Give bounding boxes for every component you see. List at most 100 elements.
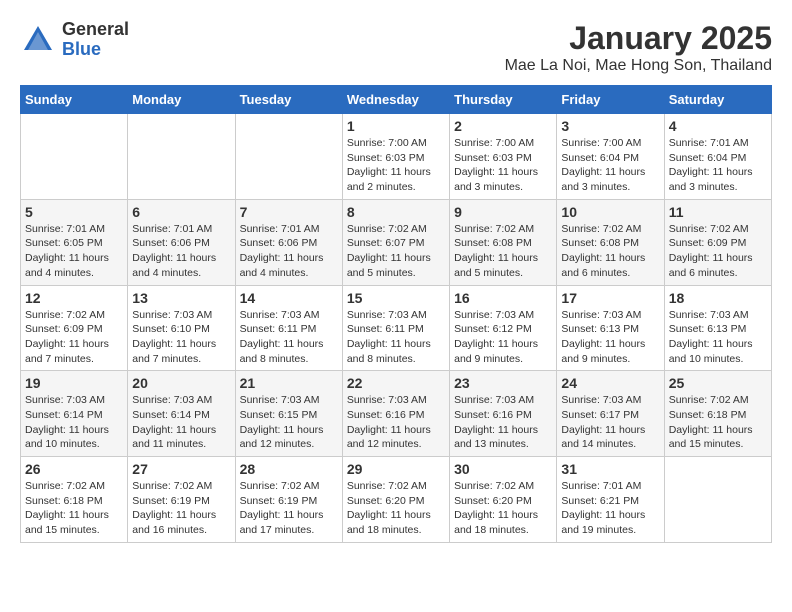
day-info: Sunrise: 7:03 AM Sunset: 6:16 PM Dayligh… bbox=[454, 393, 552, 452]
logo-general: General bbox=[62, 20, 129, 40]
day-number: 27 bbox=[132, 461, 230, 477]
day-info: Sunrise: 7:03 AM Sunset: 6:16 PM Dayligh… bbox=[347, 393, 445, 452]
day-number: 3 bbox=[561, 118, 659, 134]
weekday-header: Thursday bbox=[450, 86, 557, 114]
logo-blue: Blue bbox=[62, 40, 129, 60]
day-number: 7 bbox=[240, 204, 338, 220]
calendar-cell: 10 Sunrise: 7:02 AM Sunset: 6:08 PM Dayli… bbox=[557, 199, 664, 285]
calendar-cell: 13 Sunrise: 7:03 AM Sunset: 6:10 PM Dayli… bbox=[128, 285, 235, 371]
day-number: 11 bbox=[669, 204, 767, 220]
day-number: 31 bbox=[561, 461, 659, 477]
calendar-cell bbox=[664, 457, 771, 543]
calendar-title: January 2025 bbox=[505, 20, 772, 57]
calendar-week-row: 5 Sunrise: 7:01 AM Sunset: 6:05 PM Daylig… bbox=[21, 199, 772, 285]
day-info: Sunrise: 7:00 AM Sunset: 6:03 PM Dayligh… bbox=[454, 136, 552, 195]
day-info: Sunrise: 7:03 AM Sunset: 6:11 PM Dayligh… bbox=[240, 308, 338, 367]
weekday-header: Friday bbox=[557, 86, 664, 114]
day-number: 24 bbox=[561, 375, 659, 391]
day-info: Sunrise: 7:02 AM Sunset: 6:20 PM Dayligh… bbox=[347, 479, 445, 538]
calendar-table: SundayMondayTuesdayWednesdayThursdayFrid… bbox=[20, 85, 772, 543]
calendar-cell: 16Sunrise: 7:03 AM Sunset: 6:12 PM Dayli… bbox=[450, 285, 557, 371]
day-info: Sunrise: 7:02 AM Sunset: 6:19 PM Dayligh… bbox=[240, 479, 338, 538]
day-info: Sunrise: 7:01 AM Sunset: 6:06 PM Dayligh… bbox=[240, 222, 338, 281]
calendar-cell: 11 Sunrise: 7:02 AM Sunset: 6:09 PM Dayli… bbox=[664, 199, 771, 285]
day-number: 5 bbox=[25, 204, 123, 220]
day-number: 4 bbox=[669, 118, 767, 134]
day-info: Sunrise: 7:02 AM Sunset: 6:18 PM Dayligh… bbox=[669, 393, 767, 452]
calendar-cell: 20Sunrise: 7:03 AM Sunset: 6:14 PM Dayli… bbox=[128, 371, 235, 457]
day-info: Sunrise: 7:01 AM Sunset: 6:04 PM Dayligh… bbox=[669, 136, 767, 195]
day-number: 30 bbox=[454, 461, 552, 477]
weekday-header: Wednesday bbox=[342, 86, 449, 114]
logo-icon bbox=[20, 22, 56, 58]
day-info: Sunrise: 7:03 AM Sunset: 6:13 PM Dayligh… bbox=[669, 308, 767, 367]
day-info: Sunrise: 7:00 AM Sunset: 6:03 PM Dayligh… bbox=[347, 136, 445, 195]
day-info: Sunrise: 7:03 AM Sunset: 6:14 PM Dayligh… bbox=[25, 393, 123, 452]
weekday-header: Sunday bbox=[21, 86, 128, 114]
day-info: Sunrise: 7:02 AM Sunset: 6:08 PM Dayligh… bbox=[561, 222, 659, 281]
day-info: Sunrise: 7:02 AM Sunset: 6:09 PM Dayligh… bbox=[669, 222, 767, 281]
day-info: Sunrise: 7:02 AM Sunset: 6:09 PM Dayligh… bbox=[25, 308, 123, 367]
weekday-header: Saturday bbox=[664, 86, 771, 114]
calendar-cell: 2Sunrise: 7:00 AM Sunset: 6:03 PM Daylig… bbox=[450, 114, 557, 200]
day-number: 19 bbox=[25, 375, 123, 391]
day-number: 28 bbox=[240, 461, 338, 477]
day-number: 17 bbox=[561, 290, 659, 306]
day-info: Sunrise: 7:02 AM Sunset: 6:08 PM Dayligh… bbox=[454, 222, 552, 281]
day-number: 10 bbox=[561, 204, 659, 220]
calendar-cell: 28 Sunrise: 7:02 AM Sunset: 6:19 PM Dayli… bbox=[235, 457, 342, 543]
day-number: 26 bbox=[25, 461, 123, 477]
day-info: Sunrise: 7:03 AM Sunset: 6:10 PM Dayligh… bbox=[132, 308, 230, 367]
calendar-cell: 5 Sunrise: 7:01 AM Sunset: 6:05 PM Daylig… bbox=[21, 199, 128, 285]
calendar-cell: 30 Sunrise: 7:02 AM Sunset: 6:20 PM Dayli… bbox=[450, 457, 557, 543]
calendar-cell bbox=[21, 114, 128, 200]
calendar-week-row: 12Sunrise: 7:02 AM Sunset: 6:09 PM Dayli… bbox=[21, 285, 772, 371]
day-number: 13 bbox=[132, 290, 230, 306]
calendar-cell: 7 Sunrise: 7:01 AM Sunset: 6:06 PM Daylig… bbox=[235, 199, 342, 285]
day-number: 20 bbox=[132, 375, 230, 391]
calendar-body: 1 Sunrise: 7:00 AM Sunset: 6:03 PM Daylig… bbox=[21, 114, 772, 543]
day-info: Sunrise: 7:00 AM Sunset: 6:04 PM Dayligh… bbox=[561, 136, 659, 195]
day-info: Sunrise: 7:01 AM Sunset: 6:21 PM Dayligh… bbox=[561, 479, 659, 538]
day-number: 21 bbox=[240, 375, 338, 391]
weekday-header: Tuesday bbox=[235, 86, 342, 114]
calendar-header: SundayMondayTuesdayWednesdayThursdayFrid… bbox=[21, 86, 772, 114]
day-number: 16 bbox=[454, 290, 552, 306]
calendar-cell bbox=[235, 114, 342, 200]
calendar-cell: 9 Sunrise: 7:02 AM Sunset: 6:08 PM Daylig… bbox=[450, 199, 557, 285]
calendar-cell: 26Sunrise: 7:02 AM Sunset: 6:18 PM Dayli… bbox=[21, 457, 128, 543]
day-info: Sunrise: 7:03 AM Sunset: 6:17 PM Dayligh… bbox=[561, 393, 659, 452]
calendar-cell: 19 Sunrise: 7:03 AM Sunset: 6:14 PM Dayli… bbox=[21, 371, 128, 457]
day-number: 8 bbox=[347, 204, 445, 220]
calendar-week-row: 26Sunrise: 7:02 AM Sunset: 6:18 PM Dayli… bbox=[21, 457, 772, 543]
day-number: 23 bbox=[454, 375, 552, 391]
calendar-cell: 12Sunrise: 7:02 AM Sunset: 6:09 PM Dayli… bbox=[21, 285, 128, 371]
weekday-header: Monday bbox=[128, 86, 235, 114]
calendar-cell: 27Sunrise: 7:02 AM Sunset: 6:19 PM Dayli… bbox=[128, 457, 235, 543]
calendar-cell: 1 Sunrise: 7:00 AM Sunset: 6:03 PM Daylig… bbox=[342, 114, 449, 200]
day-number: 1 bbox=[347, 118, 445, 134]
day-number: 29 bbox=[347, 461, 445, 477]
day-info: Sunrise: 7:03 AM Sunset: 6:11 PM Dayligh… bbox=[347, 308, 445, 367]
day-number: 9 bbox=[454, 204, 552, 220]
day-number: 6 bbox=[132, 204, 230, 220]
calendar-cell: 25 Sunrise: 7:02 AM Sunset: 6:18 PM Dayli… bbox=[664, 371, 771, 457]
day-info: Sunrise: 7:01 AM Sunset: 6:05 PM Dayligh… bbox=[25, 222, 123, 281]
day-number: 22 bbox=[347, 375, 445, 391]
calendar-cell: 22 Sunrise: 7:03 AM Sunset: 6:16 PM Dayli… bbox=[342, 371, 449, 457]
day-number: 18 bbox=[669, 290, 767, 306]
day-info: Sunrise: 7:03 AM Sunset: 6:13 PM Dayligh… bbox=[561, 308, 659, 367]
calendar-cell: 8 Sunrise: 7:02 AM Sunset: 6:07 PM Daylig… bbox=[342, 199, 449, 285]
day-number: 15 bbox=[347, 290, 445, 306]
day-number: 25 bbox=[669, 375, 767, 391]
calendar-cell: 17 Sunrise: 7:03 AM Sunset: 6:13 PM Dayli… bbox=[557, 285, 664, 371]
day-info: Sunrise: 7:02 AM Sunset: 6:20 PM Dayligh… bbox=[454, 479, 552, 538]
day-info: Sunrise: 7:01 AM Sunset: 6:06 PM Dayligh… bbox=[132, 222, 230, 281]
day-info: Sunrise: 7:02 AM Sunset: 6:07 PM Dayligh… bbox=[347, 222, 445, 281]
calendar-cell: 23 Sunrise: 7:03 AM Sunset: 6:16 PM Dayli… bbox=[450, 371, 557, 457]
title-block: January 2025 Mae La Noi, Mae Hong Son, T… bbox=[505, 20, 772, 75]
calendar-cell: 3 Sunrise: 7:00 AM Sunset: 6:04 PM Daylig… bbox=[557, 114, 664, 200]
calendar-week-row: 1 Sunrise: 7:00 AM Sunset: 6:03 PM Daylig… bbox=[21, 114, 772, 200]
weekday-row: SundayMondayTuesdayWednesdayThursdayFrid… bbox=[21, 86, 772, 114]
calendar-cell: 31 Sunrise: 7:01 AM Sunset: 6:21 PM Dayli… bbox=[557, 457, 664, 543]
